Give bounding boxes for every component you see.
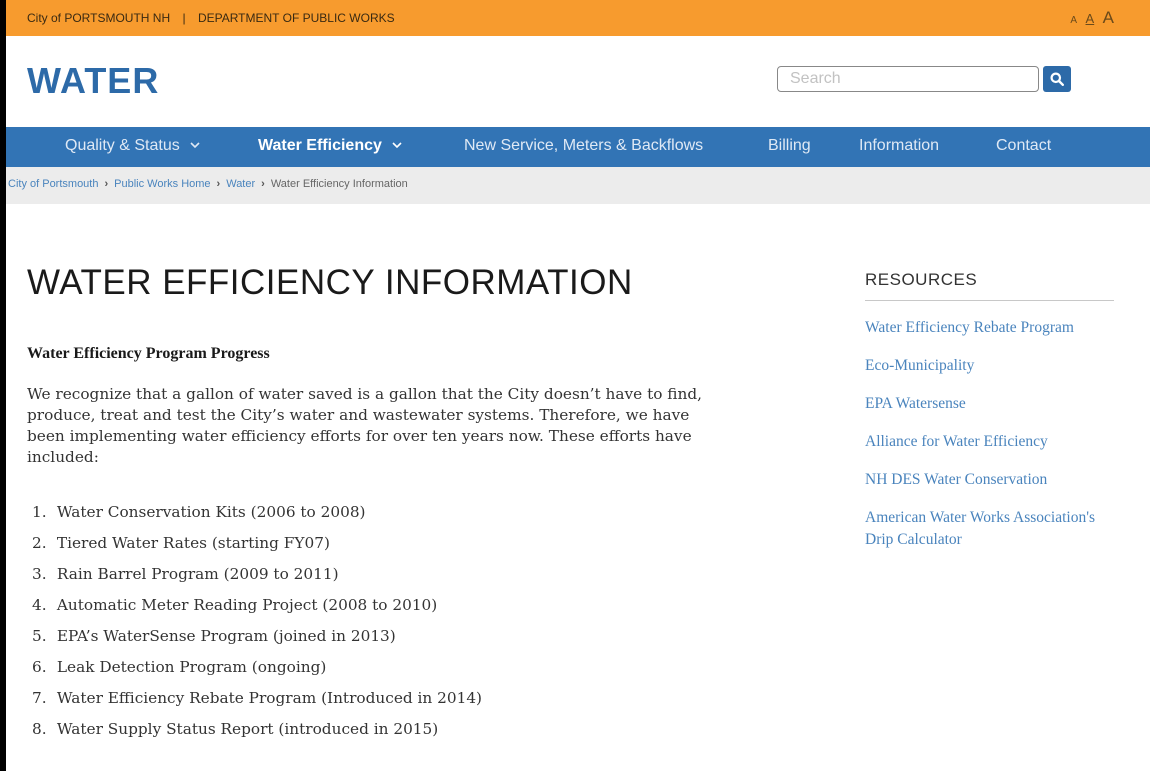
list-item: 3. Rain Barrel Program (2009 to 2011) bbox=[32, 564, 482, 595]
resource-link-alliance[interactable]: Alliance for Water Efficiency bbox=[865, 431, 1114, 453]
efforts-list: 1. Water Conservation Kits (2006 to 2008… bbox=[32, 502, 482, 750]
department-link[interactable]: DEPARTMENT OF PUBLIC WORKS bbox=[198, 11, 395, 25]
nav-item-quality-status[interactable]: Quality & Status bbox=[65, 137, 200, 155]
list-item-text: Water Efficiency Rebate Program (Introdu… bbox=[56, 689, 483, 707]
list-item-text: Water Supply Status Report (introduced i… bbox=[56, 720, 439, 738]
resource-link-text[interactable]: Water Efficiency Rebate Program bbox=[865, 319, 1074, 336]
list-item: 2. Tiered Water Rates (starting FY07) bbox=[32, 533, 482, 564]
breadcrumb-arrow-icon: › bbox=[216, 178, 221, 190]
list-item: 6. Leak Detection Program (ongoing) bbox=[32, 657, 482, 688]
list-number: 5. bbox=[32, 627, 47, 645]
nav-item-label: Water Efficiency bbox=[258, 137, 382, 154]
site-title[interactable]: WATER bbox=[27, 60, 159, 102]
breadcrumb-link-city[interactable]: City of Portsmouth bbox=[8, 178, 98, 190]
list-item: 1. Water Conservation Kits (2006 to 2008… bbox=[32, 502, 482, 533]
resources-list: Water Efficiency Rebate Program Eco-Muni… bbox=[865, 317, 1114, 551]
nav-item-billing[interactable]: Billing bbox=[768, 137, 811, 155]
font-size-controls: A A A bbox=[1066, 8, 1114, 28]
resource-link-text[interactable]: Eco-Municipality bbox=[865, 357, 974, 374]
list-number: 8. bbox=[32, 720, 47, 738]
breadcrumb-current: Water Efficiency Information bbox=[270, 178, 408, 190]
city-link[interactable]: City of PORTSMOUTH NH bbox=[27, 11, 170, 25]
chevron-down-icon bbox=[190, 142, 200, 149]
resource-link-text[interactable]: EPA Watersense bbox=[865, 395, 966, 412]
list-number: 1. bbox=[32, 503, 47, 521]
list-item: 8. Water Supply Status Report (introduce… bbox=[32, 719, 482, 750]
list-number: 7. bbox=[32, 689, 47, 707]
list-item-text: Leak Detection Program (ongoing) bbox=[56, 658, 327, 676]
font-size-large-button[interactable]: A bbox=[1103, 8, 1114, 27]
list-number: 2. bbox=[32, 534, 47, 552]
breadcrumb-arrow-icon: › bbox=[261, 178, 265, 190]
resource-link-text[interactable]: NH DES Water Conservation bbox=[865, 471, 1047, 488]
font-size-medium-button[interactable]: A bbox=[1086, 11, 1095, 26]
search-form bbox=[777, 66, 1071, 94]
list-item: 4. Automatic Meter Reading Project (2008… bbox=[32, 595, 482, 626]
breadcrumb: City of Portsmouth › Public Works Home › Wat… bbox=[8, 178, 408, 190]
utility-separator: | bbox=[182, 11, 186, 25]
list-item-text: Rain Barrel Program (2009 to 2011) bbox=[56, 565, 339, 583]
list-item: 5. EPA’s WaterSense Program (joined in 2… bbox=[32, 626, 482, 657]
nav-item-contact[interactable]: Contact bbox=[996, 137, 1051, 155]
search-icon bbox=[1050, 72, 1064, 86]
resource-link-drip-calculator[interactable]: American Water Works Association's Drip … bbox=[865, 507, 1114, 551]
list-number: 6. bbox=[32, 658, 47, 676]
utility-bar: City of PORTSMOUTH NH | DEPARTMENT OF PU… bbox=[6, 0, 1150, 36]
search-button[interactable] bbox=[1043, 66, 1071, 92]
resource-link-rebate-program[interactable]: Water Efficiency Rebate Program bbox=[865, 317, 1114, 339]
list-item-text: EPA’s WaterSense Program (joined in 2013… bbox=[56, 627, 396, 645]
chevron-down-icon bbox=[392, 142, 402, 149]
resource-link-nh-des[interactable]: NH DES Water Conservation bbox=[865, 469, 1114, 491]
breadcrumb-arrow-icon: › bbox=[104, 178, 109, 190]
nav-item-water-efficiency[interactable]: Water Efficiency bbox=[258, 137, 402, 155]
nav-item-label: Quality & Status bbox=[65, 137, 180, 154]
breadcrumb-link-public-works[interactable]: Public Works Home bbox=[114, 178, 210, 190]
section-heading: Water Efficiency Program Progress bbox=[27, 345, 270, 362]
resource-link-text[interactable]: American Water Works Association's Drip … bbox=[865, 509, 1095, 548]
sidebar-heading: RESOURCES bbox=[865, 270, 1114, 301]
nav-item-information[interactable]: Information bbox=[859, 137, 939, 155]
resource-link-epa-watersense[interactable]: EPA Watersense bbox=[865, 393, 1114, 415]
page-left-edge bbox=[0, 0, 6, 771]
nav-item-new-service[interactable]: New Service, Meters & Backflows bbox=[464, 137, 703, 155]
resource-link-eco-municipality[interactable]: Eco-Municipality bbox=[865, 355, 1114, 377]
utility-links: City of PORTSMOUTH NH | DEPARTMENT OF PU… bbox=[27, 11, 395, 25]
list-item-text: Water Conservation Kits (2006 to 2008) bbox=[56, 503, 366, 521]
main-nav: Quality & Status Water Efficiency New Se… bbox=[6, 127, 1150, 167]
list-number: 3. bbox=[32, 565, 47, 583]
list-item-text: Tiered Water Rates (starting FY07) bbox=[56, 534, 330, 552]
intro-paragraph: We recognize that a gallon of water save… bbox=[27, 385, 702, 466]
resource-link-text[interactable]: Alliance for Water Efficiency bbox=[865, 433, 1048, 450]
search-input[interactable] bbox=[777, 66, 1039, 92]
resources-sidebar: RESOURCES Water Efficiency Rebate Progra… bbox=[865, 270, 1114, 548]
list-item: 7. Water Efficiency Rebate Program (Intr… bbox=[32, 688, 482, 719]
page-title: WATER EFFICIENCY INFORMATION bbox=[27, 263, 633, 302]
list-number: 4. bbox=[32, 596, 47, 614]
list-item-text: Automatic Meter Reading Project (2008 to… bbox=[56, 596, 438, 614]
breadcrumb-link-water[interactable]: Water bbox=[226, 178, 255, 190]
font-size-small-button[interactable]: A bbox=[1070, 15, 1077, 26]
breadcrumb-bar: City of Portsmouth › Public Works Home › Wat… bbox=[6, 167, 1150, 204]
